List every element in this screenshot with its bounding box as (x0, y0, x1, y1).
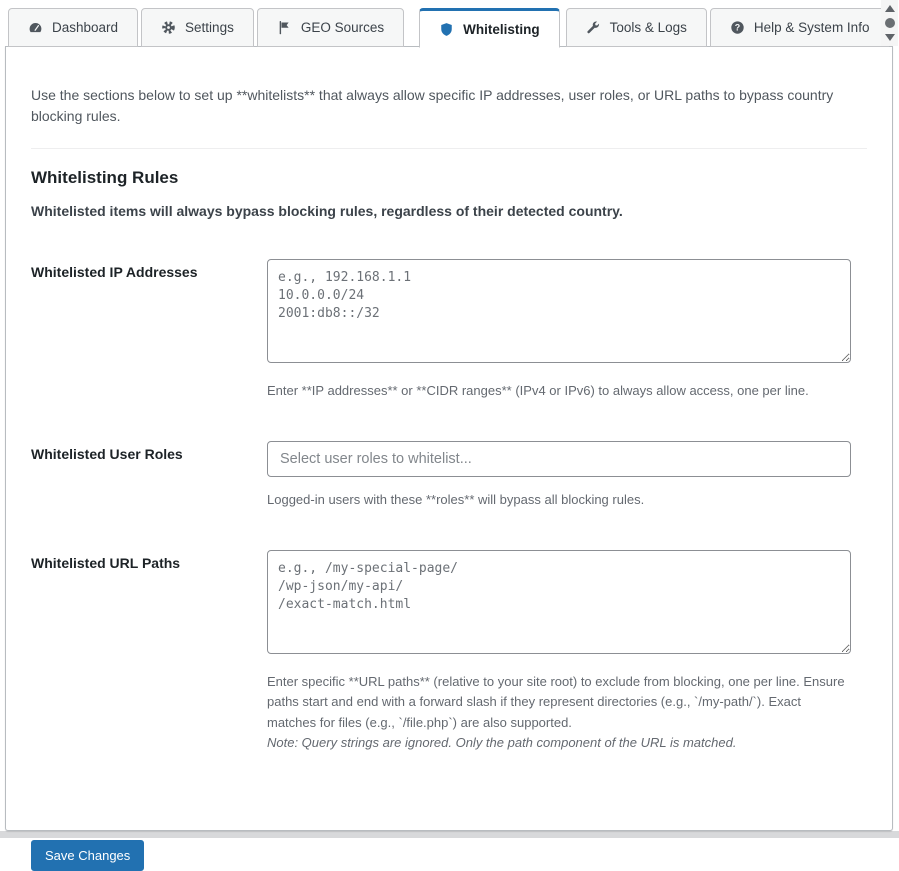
scrollbar[interactable] (881, 0, 898, 46)
scroll-down-arrow-icon[interactable] (885, 34, 895, 41)
section-description: Whitelisted items will always bypass blo… (31, 203, 867, 219)
wrench-icon (586, 20, 601, 35)
tab-settings[interactable]: Settings (141, 8, 254, 47)
tab-label: Dashboard (52, 20, 118, 35)
url-paths-help: Enter specific **URL paths** (relative t… (267, 672, 851, 753)
whitelisting-settings-page: Dashboard Settings GEO Sources Whitelist… (0, 0, 899, 838)
whitelisting-panel: Use the sections below to set up **white… (5, 46, 893, 831)
url-paths-row: Whitelisted URL Paths Enter specific **U… (31, 550, 867, 753)
tab-label: Tools & Logs (610, 20, 687, 35)
ip-addresses-textarea[interactable] (267, 259, 851, 363)
ip-addresses-help: Enter **IP addresses** or **CIDR ranges*… (267, 381, 851, 401)
tab-dashboard[interactable]: Dashboard (8, 8, 138, 47)
dashboard-icon (28, 20, 43, 35)
url-paths-help-text: Enter specific **URL paths** (relative t… (267, 674, 845, 729)
intro-text: Use the sections below to set up **white… (31, 85, 867, 149)
help-icon: ? (730, 20, 745, 35)
tab-help-system-info[interactable]: ? Help & System Info (710, 8, 890, 47)
flag-icon (277, 20, 292, 35)
ip-addresses-row: Whitelisted IP Addresses Enter **IP addr… (31, 259, 867, 401)
section-title: Whitelisting Rules (31, 168, 867, 188)
user-roles-row: Whitelisted User Roles Logged-in users w… (31, 441, 867, 510)
save-changes-button[interactable]: Save Changes (31, 840, 144, 871)
tab-tools-logs[interactable]: Tools & Logs (566, 8, 707, 47)
url-paths-textarea[interactable] (267, 550, 851, 654)
tab-whitelisting[interactable]: Whitelisting (419, 8, 560, 48)
url-paths-label: Whitelisted URL Paths (31, 550, 267, 753)
gear-icon (161, 20, 176, 35)
url-paths-note: Note: Query strings are ignored. Only th… (267, 733, 851, 753)
tab-geo-sources[interactable]: GEO Sources (257, 8, 404, 47)
tab-label: Settings (185, 20, 234, 35)
user-roles-label: Whitelisted User Roles (31, 441, 267, 510)
tab-label: GEO Sources (301, 20, 384, 35)
tab-label: Help & System Info (754, 20, 870, 35)
scroll-up-arrow-icon[interactable] (885, 5, 895, 12)
page-bottom-strip (0, 831, 899, 838)
tab-bar: Dashboard Settings GEO Sources Whitelist… (8, 8, 869, 47)
scrollbar-thumb[interactable] (885, 18, 895, 28)
svg-text:?: ? (735, 23, 740, 33)
ip-addresses-label: Whitelisted IP Addresses (31, 259, 267, 401)
shield-icon (439, 22, 454, 37)
tab-label: Whitelisting (463, 22, 540, 37)
user-roles-input[interactable] (267, 441, 851, 477)
user-roles-help: Logged-in users with these **roles** wil… (267, 490, 851, 510)
